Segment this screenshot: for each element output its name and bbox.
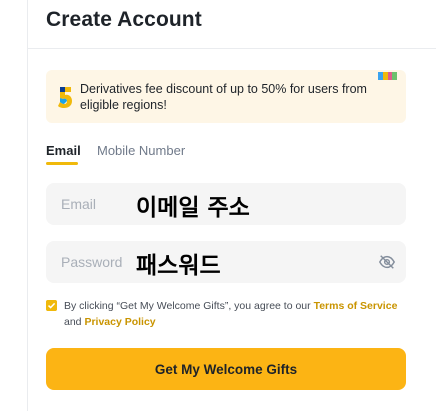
active-tab-indicator [46, 162, 78, 165]
consent-prefix: By clicking “Get My Welcome Gifts”, you … [64, 300, 314, 312]
checkbox-checked-icon[interactable] [46, 300, 57, 311]
password-value: 패스워드 [136, 253, 221, 279]
terms-of-service-link[interactable]: Terms of Service [314, 300, 398, 312]
password-placeholder: Password [61, 254, 123, 270]
tab-mobile-number[interactable]: Mobile Number [97, 143, 185, 158]
privacy-policy-link[interactable]: Privacy Policy [84, 316, 155, 328]
page-title: Create Account [46, 8, 202, 31]
promo-flag-icon [378, 72, 397, 80]
email-value: 이메일 주소 [136, 195, 250, 221]
eye-off-icon[interactable] [378, 253, 396, 271]
tab-email[interactable]: Email [46, 143, 81, 158]
header: Create Account [28, 0, 436, 49]
email-placeholder: Email [61, 196, 97, 212]
number-five-badge-icon [58, 87, 72, 108]
consent-and: and [64, 316, 85, 328]
email-field[interactable]: Email 이메일 주소 [46, 183, 406, 225]
consent-text: By clicking “Get My Welcome Gifts”, you … [64, 298, 408, 330]
password-field[interactable]: Password 패스워드 [46, 241, 406, 283]
promo-text: Derivatives fee discount of up to 50% fo… [80, 82, 367, 112]
get-welcome-gifts-button[interactable]: Get My Welcome Gifts [46, 348, 406, 390]
promo-banner: Derivatives fee discount of up to 50% fo… [46, 70, 406, 123]
signup-panel: Create Account Derivatives fee discount … [27, 0, 436, 411]
